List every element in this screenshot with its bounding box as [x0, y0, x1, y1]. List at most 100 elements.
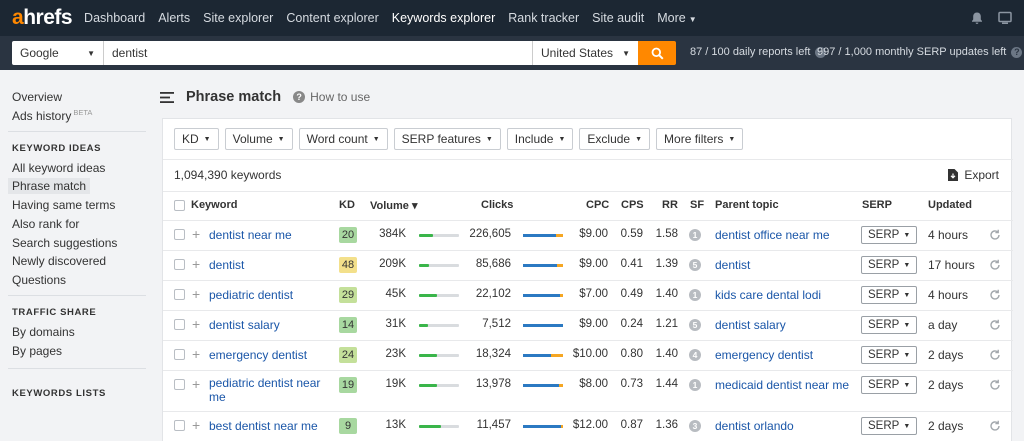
row-checkbox[interactable]: [174, 349, 185, 360]
keyword-link[interactable]: dentist: [209, 258, 244, 272]
filter-include[interactable]: Include ▼: [506, 128, 574, 150]
serp-features-count[interactable]: 5: [689, 319, 701, 331]
refresh-icon[interactable]: [989, 349, 1001, 361]
volume-bar: [419, 354, 459, 357]
col-cps[interactable]: CPS: [621, 199, 644, 211]
sidebar-item-overview[interactable]: Overview: [12, 90, 62, 104]
nav-link-rank-tracker[interactable]: Rank tracker: [508, 11, 579, 25]
add-to-list-icon[interactable]: +: [192, 347, 200, 361]
add-to-list-icon[interactable]: +: [192, 377, 200, 391]
menu-icon[interactable]: [160, 91, 174, 103]
sidebar-item-by-pages[interactable]: By pages: [12, 344, 62, 358]
row-checkbox[interactable]: [174, 420, 185, 431]
row-checkbox[interactable]: [174, 319, 185, 330]
serp-features-count[interactable]: 1: [689, 229, 701, 241]
parent-topic-link[interactable]: dentist: [715, 258, 750, 272]
parent-topic-link[interactable]: kids care dental lodi: [715, 288, 821, 302]
sidebar-item-ads-history[interactable]: Ads history BETA: [12, 108, 92, 123]
nav-link-more[interactable]: More ▼: [657, 11, 696, 25]
keyword-link[interactable]: dentist near me: [209, 228, 292, 242]
serp-button[interactable]: SERP ▼: [861, 376, 917, 394]
keyword-link[interactable]: emergency dentist: [209, 348, 307, 362]
nav-link-site-explorer[interactable]: Site explorer: [203, 11, 273, 25]
keyword-link[interactable]: pediatric dentist: [209, 288, 293, 302]
serp-button[interactable]: SERP ▼: [861, 316, 917, 334]
row-checkbox[interactable]: [174, 289, 185, 300]
add-to-list-icon[interactable]: +: [192, 257, 200, 271]
col-keyword[interactable]: Keyword: [191, 199, 237, 211]
refresh-icon[interactable]: [989, 319, 1001, 331]
country-select[interactable]: United States ▼: [532, 41, 638, 65]
col-clicks[interactable]: Clicks: [481, 199, 513, 211]
serp-button[interactable]: SERP ▼: [861, 286, 917, 304]
parent-topic-link[interactable]: dentist orlando: [715, 419, 794, 433]
how-to-use-link[interactable]: ? How to use: [293, 90, 370, 104]
sidebar-item-questions[interactable]: Questions: [12, 273, 66, 287]
sidebar-item-having-same-terms[interactable]: Having same terms: [12, 198, 115, 212]
export-button[interactable]: Export: [948, 168, 999, 182]
search-engine-select[interactable]: Google ▼: [12, 41, 104, 65]
keyword-link[interactable]: pediatric dentist near me: [209, 376, 320, 404]
add-to-list-icon[interactable]: +: [192, 317, 200, 331]
keyword-input[interactable]: dentist: [104, 41, 532, 65]
serp-features-count[interactable]: 4: [689, 349, 701, 361]
serp-features-count[interactable]: 5: [689, 259, 701, 271]
filter-exclude[interactable]: Exclude ▼: [579, 128, 651, 150]
col-sf[interactable]: SF: [690, 199, 704, 211]
parent-topic-link[interactable]: dentist salary: [715, 318, 786, 332]
col-kd[interactable]: KD: [339, 199, 355, 211]
serp-features-count[interactable]: 1: [689, 289, 701, 301]
serp-button[interactable]: SERP ▼: [861, 256, 917, 274]
parent-topic-link[interactable]: medicaid dentist near me: [715, 378, 849, 392]
serp-features-count[interactable]: 3: [689, 420, 701, 432]
row-checkbox[interactable]: [174, 379, 185, 390]
serp-button[interactable]: SERP ▼: [861, 417, 917, 435]
sidebar-item-newly-discovered[interactable]: Newly discovered: [12, 254, 106, 268]
row-checkbox[interactable]: [174, 229, 185, 240]
col-updated[interactable]: Updated: [928, 199, 972, 211]
monitor-icon[interactable]: [998, 11, 1012, 25]
col-serp[interactable]: SERP: [862, 199, 892, 211]
add-to-list-icon[interactable]: +: [192, 227, 200, 241]
nav-link-content-explorer[interactable]: Content explorer: [286, 11, 378, 25]
filter-kd[interactable]: KD ▼: [174, 128, 219, 150]
filter-serp-features[interactable]: SERP features ▼: [393, 128, 501, 150]
search-button[interactable]: [638, 41, 676, 65]
sidebar-item-search-suggestions[interactable]: Search suggestions: [12, 236, 117, 250]
nav-link-site-audit[interactable]: Site audit: [592, 11, 644, 25]
refresh-icon[interactable]: [989, 379, 1001, 391]
serp-button[interactable]: SERP ▼: [861, 226, 917, 244]
keyword-link[interactable]: best dentist near me: [209, 419, 318, 433]
sidebar-item-by-domains[interactable]: By domains: [12, 325, 75, 339]
keyword-link[interactable]: dentist salary: [209, 318, 280, 332]
col-cpc[interactable]: CPC: [586, 199, 609, 211]
row-checkbox[interactable]: [174, 259, 185, 270]
bell-icon[interactable]: [970, 11, 984, 25]
serp-features-count[interactable]: 1: [689, 379, 701, 391]
nav-link-keywords-explorer[interactable]: Keywords explorer: [392, 11, 496, 25]
parent-topic-link[interactable]: dentist office near me: [715, 228, 830, 242]
sidebar-item-also-rank-for[interactable]: Also rank for: [12, 217, 79, 231]
nav-link-alerts[interactable]: Alerts: [158, 11, 190, 25]
filter-word-count[interactable]: Word count ▼: [298, 128, 388, 150]
paid-clicks-segment: [559, 384, 563, 387]
col-volume[interactable]: Volume ▾: [370, 199, 418, 212]
refresh-icon[interactable]: [989, 259, 1001, 271]
refresh-icon[interactable]: [989, 229, 1001, 241]
refresh-icon[interactable]: [989, 289, 1001, 301]
select-all-checkbox[interactable]: [174, 200, 185, 211]
nav-link-dashboard[interactable]: Dashboard: [84, 11, 145, 25]
col-rr[interactable]: RR: [662, 199, 678, 211]
sidebar-item-phrase-match[interactable]: Phrase match: [8, 178, 91, 194]
filter-more-filters[interactable]: More filters ▼: [656, 128, 744, 150]
parent-topic-link[interactable]: emergency dentist: [715, 348, 813, 362]
add-to-list-icon[interactable]: +: [192, 418, 200, 432]
sidebar-item-all-keyword-ideas[interactable]: All keyword ideas: [12, 161, 105, 175]
add-to-list-icon[interactable]: +: [192, 287, 200, 301]
filter-volume[interactable]: Volume ▼: [224, 128, 293, 150]
col-parent-topic[interactable]: Parent topic: [715, 199, 779, 211]
refresh-icon[interactable]: [989, 420, 1001, 432]
ahrefs-logo[interactable]: a hrefs: [12, 6, 73, 30]
help-icon[interactable]: ?: [1011, 46, 1023, 58]
serp-button[interactable]: SERP ▼: [861, 346, 917, 364]
